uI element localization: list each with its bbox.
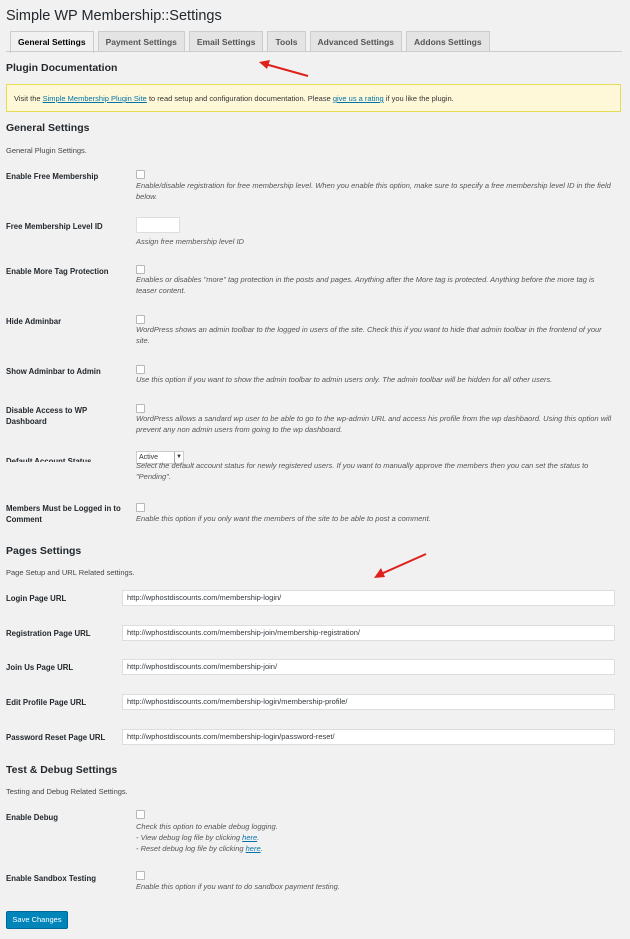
login-page-url-input[interactable]: http://wphostdiscounts.com/membership-lo… [122, 590, 615, 606]
default-account-status-label: Default Account Status [6, 457, 92, 462]
view-debug-log-text: - View debug log file by clicking [136, 833, 243, 842]
free-membership-level-id-desc: Assign free membership level ID [136, 237, 244, 246]
free-membership-level-id-input[interactable] [136, 217, 180, 233]
enable-free-membership-desc: Enable/disable registration for free mem… [136, 181, 611, 201]
more-tag-protection-label: Enable More Tag Protection [6, 267, 109, 276]
pages-settings-description: Page Setup and URL Related settings. [6, 568, 135, 577]
hide-adminbar-label: Hide Adminbar [6, 317, 62, 326]
disable-wp-dashboard-desc: WordPress allows a sandard wp user to be… [136, 414, 612, 434]
more-tag-protection-desc: Enables or disables "more" tag protectio… [136, 275, 595, 295]
page-title: Simple WP Membership::Settings [6, 8, 222, 24]
notice-text: if you like the plugin. [383, 94, 454, 103]
rating-link[interactable]: give us a rating [333, 94, 384, 103]
enable-debug-desc: Check this option to enable debug loggin… [136, 821, 616, 854]
plugin-documentation-heading: Plugin Documentation [6, 62, 118, 74]
view-debug-log-link[interactable]: here [242, 833, 257, 842]
disable-wp-dashboard-label: Disable Access to WP Dashboard [6, 406, 88, 426]
show-adminbar-admin-checkbox[interactable] [136, 365, 145, 374]
logged-in-comment-label: Members Must be Logged in to Comment [6, 504, 121, 524]
settings-tabs: General Settings Payment Settings Email … [10, 31, 494, 53]
show-adminbar-admin-label: Show Adminbar to Admin [6, 367, 101, 376]
hide-adminbar-checkbox[interactable] [136, 315, 145, 324]
tab-addons-settings[interactable]: Addons Settings [406, 31, 490, 52]
enable-free-membership-checkbox[interactable] [136, 170, 145, 179]
tab-email-settings[interactable]: Email Settings [188, 31, 264, 52]
logged-in-comment-checkbox[interactable] [136, 503, 145, 512]
notice-text: to read setup and configuration document… [146, 94, 333, 103]
enable-debug-checkbox[interactable] [136, 810, 145, 819]
tab-payment-settings[interactable]: Payment Settings [97, 31, 185, 52]
period-text: . [257, 833, 260, 842]
pages-settings-heading: Pages Settings [6, 545, 82, 557]
general-settings-description: General Plugin Settings. [6, 146, 87, 155]
reset-debug-log-link[interactable]: here [246, 844, 261, 853]
join-us-page-url-label: Join Us Page URL [6, 663, 74, 672]
login-page-url-label: Login Page URL [6, 594, 67, 603]
registration-page-url-input[interactable]: http://wphostdiscounts.com/membership-jo… [122, 625, 615, 641]
sandbox-testing-desc: Enable this option if you want to do san… [136, 882, 340, 891]
save-changes-button[interactable]: Save Changes [6, 911, 68, 929]
reset-debug-log-line: - Reset debug log file by clicking here. [136, 843, 616, 854]
edit-profile-page-url-label: Edit Profile Page URL [6, 698, 87, 707]
enable-debug-label: Enable Debug [6, 813, 58, 822]
tab-general-settings[interactable]: General Settings [10, 31, 94, 53]
debug-settings-heading: Test & Debug Settings [6, 764, 118, 776]
view-debug-log-line: - View debug log file by clicking here. [136, 832, 616, 843]
registration-page-url-label: Registration Page URL [6, 629, 91, 638]
show-adminbar-admin-desc: Use this option if you want to show the … [136, 375, 553, 384]
sandbox-testing-label: Enable Sandbox Testing [6, 874, 96, 883]
logged-in-comment-desc: Enable this option if you only want the … [136, 514, 431, 523]
annotation-arrow-icon [259, 60, 309, 77]
general-settings-heading: General Settings [6, 122, 90, 134]
hide-adminbar-desc: WordPress shows an admin toolbar to the … [136, 325, 602, 345]
edit-profile-page-url-input[interactable]: http://wphostdiscounts.com/membership-lo… [122, 694, 615, 710]
tab-advanced-settings[interactable]: Advanced Settings [309, 31, 403, 52]
reset-debug-log-text: - Reset debug log file by clicking [136, 844, 246, 853]
password-reset-page-url-label: Password Reset Page URL [6, 733, 106, 742]
disable-wp-dashboard-checkbox[interactable] [136, 404, 145, 413]
annotation-arrow-icon [374, 553, 427, 578]
documentation-notice: Visit the Simple Membership Plugin Site … [6, 84, 621, 112]
plugin-site-link[interactable]: Simple Membership Plugin Site [43, 94, 147, 103]
enable-debug-desc-line: Check this option to enable debug loggin… [136, 822, 278, 831]
notice-text: Visit the [14, 94, 43, 103]
free-membership-level-id-label: Free Membership Level ID [6, 222, 103, 231]
default-account-status-desc: Select the default account status for ne… [136, 461, 589, 481]
tab-tools[interactable]: Tools [267, 31, 306, 52]
debug-settings-description: Testing and Debug Related Settings. [6, 787, 128, 796]
enable-free-membership-label: Enable Free Membership [6, 172, 99, 181]
join-us-page-url-input[interactable]: http://wphostdiscounts.com/membership-jo… [122, 659, 615, 675]
more-tag-protection-checkbox[interactable] [136, 265, 145, 274]
tabs-divider [6, 51, 622, 52]
sandbox-testing-checkbox[interactable] [136, 871, 145, 880]
period-text: . [260, 844, 263, 853]
settings-page: Simple WP Membership::Settings General S… [0, 0, 630, 939]
password-reset-page-url-input[interactable]: http://wphostdiscounts.com/membership-lo… [122, 729, 615, 745]
